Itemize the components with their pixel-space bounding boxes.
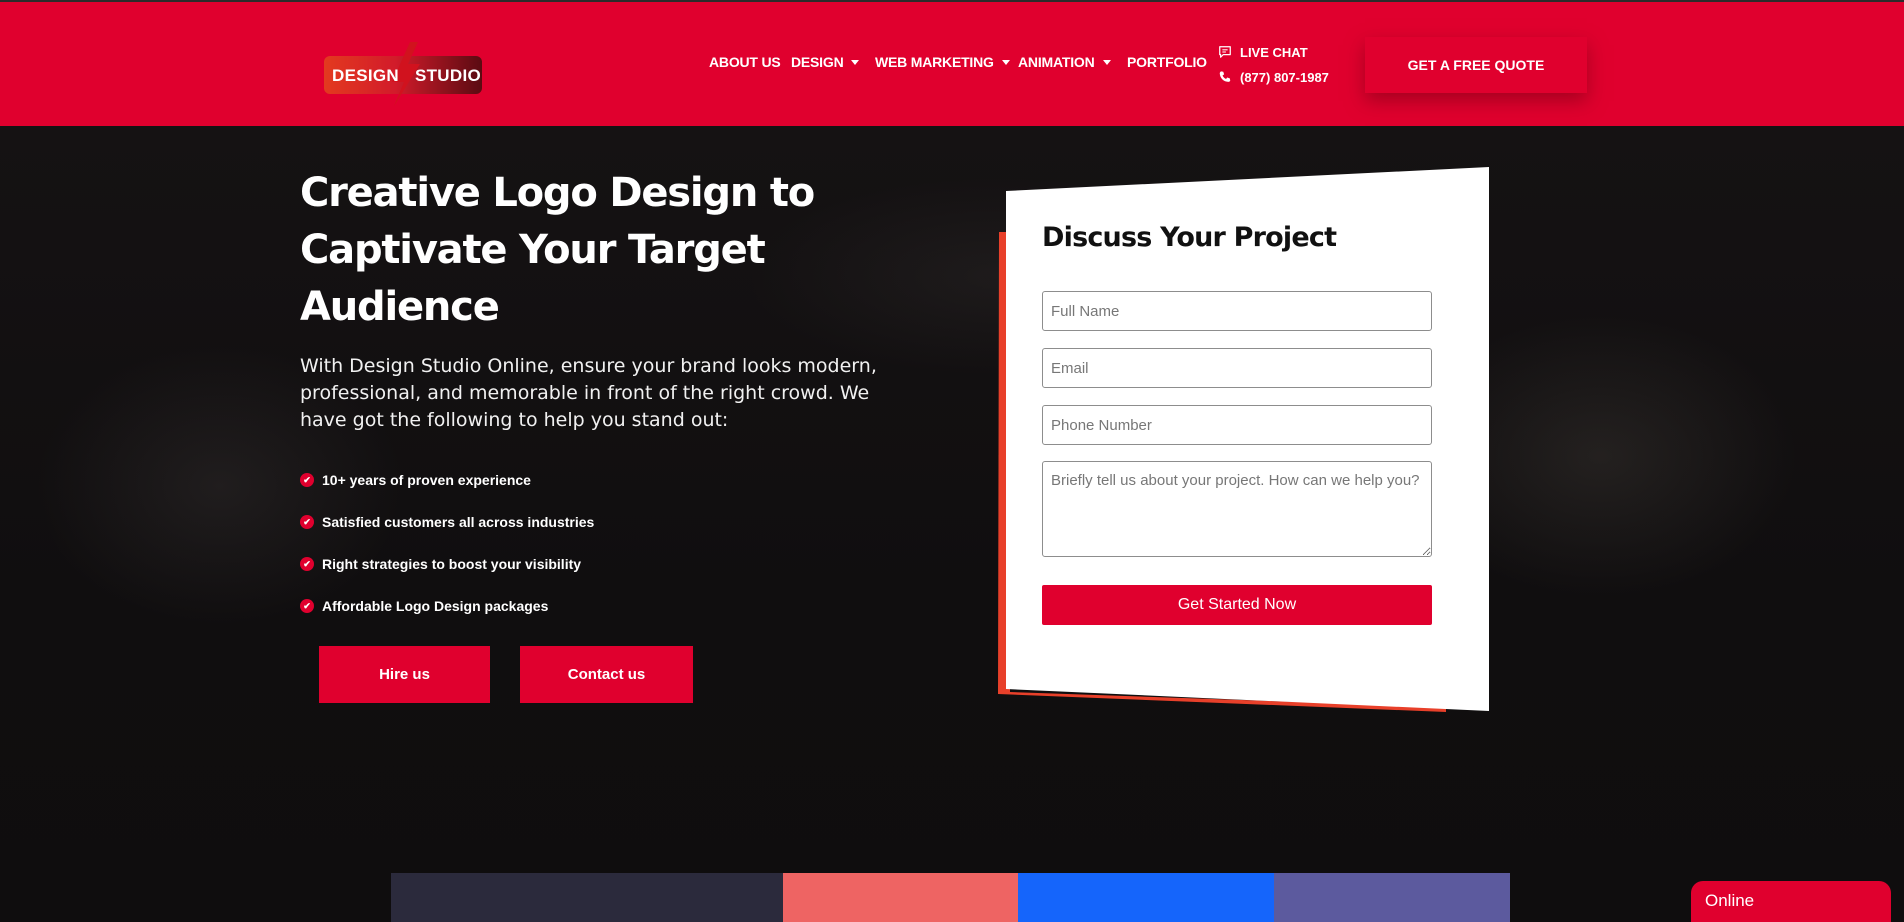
check-circle-icon: ✔ [300,557,314,571]
feature-item: ✔ Satisfied customers all across industr… [300,512,594,532]
color-strip-segment [1018,873,1274,922]
header-contact: LIVE CHAT (877) 807-1987 [1218,42,1329,92]
full-name-input[interactable] [1042,291,1432,331]
feature-item: ✔ 10+ years of proven experience [300,470,594,490]
nav-web-marketing[interactable]: WEB MARKETING [875,54,1010,70]
phone-icon [1219,71,1231,82]
check-circle-icon: ✔ [300,473,314,487]
chat-bubble-icon [1219,46,1231,58]
logo-wordmark: DESIGN STUDIO [332,66,481,86]
feature-text: Satisfied customers all across industrie… [322,514,595,530]
nav-web-marketing-label: WEB MARKETING [875,54,994,70]
hero-intro: With Design Studio Online, ensure your b… [300,355,877,431]
color-strip-segment [391,873,783,922]
online-label: Online [1705,891,1755,910]
chevron-down-icon [1001,59,1010,65]
email-input[interactable] [1042,348,1432,388]
nav-animation-label: ANIMATION [1018,54,1095,70]
nav-animation[interactable]: ANIMATION [1018,54,1111,70]
contact-us-button[interactable]: Contact us [520,646,693,703]
feature-text: Affordable Logo Design packages [322,598,549,614]
nav-design-label: DESIGN [791,54,844,70]
chevron-down-icon [1102,59,1111,65]
feature-text: Right strategies to boost your visibilit… [322,556,582,572]
live-chat-link[interactable]: LIVE CHAT [1218,42,1329,62]
hero-headline: Creative Logo Design to Captivate Your T… [300,170,815,330]
phone-number: (877) 807-1987 [1240,69,1329,85]
logo-word-studio: STUDIO [414,66,482,85]
logo-word-design: DESIGN [332,66,399,85]
live-chat-label: LIVE CHAT [1240,44,1308,60]
feature-text: 10+ years of proven experience [322,472,531,488]
hire-us-button[interactable]: Hire us [319,646,490,703]
nav-about-us[interactable]: ABOUT US [709,54,781,70]
hero-background [0,126,1904,922]
feature-list: ✔ 10+ years of proven experience ✔ Satis… [300,470,594,638]
phone-number-input[interactable] [1042,405,1432,445]
color-strip-segment [1274,873,1510,922]
nav-portfolio[interactable]: PORTFOLIO [1127,54,1207,70]
feature-item: ✔ Right strategies to boost your visibil… [300,554,594,574]
feature-item: ✔ Affordable Logo Design packages [300,596,594,616]
project-message-textarea[interactable] [1042,461,1432,557]
nav-design[interactable]: DESIGN [791,54,860,70]
online-chat-widget[interactable]: Online [1691,881,1891,922]
color-strip-segment [783,873,1018,922]
get-free-quote-button[interactable]: GET A FREE QUOTE [1365,37,1587,93]
phone-link[interactable]: (877) 807-1987 [1218,67,1329,87]
design-studio-logo[interactable]: DESIGN STUDIO [322,42,482,106]
form-title: Discuss Your Project [1042,222,1337,253]
check-circle-icon: ✔ [300,599,314,613]
check-circle-icon: ✔ [300,515,314,529]
get-started-now-button[interactable]: Get Started Now [1042,585,1432,625]
site-header: DESIGN STUDIO ABOUT US DESIGN WEB MARKETI… [0,2,1904,126]
nav-portfolio-label: PORTFOLIO [1127,54,1207,70]
chevron-down-icon [851,59,860,65]
nav-about-us-label: ABOUT US [709,54,781,70]
